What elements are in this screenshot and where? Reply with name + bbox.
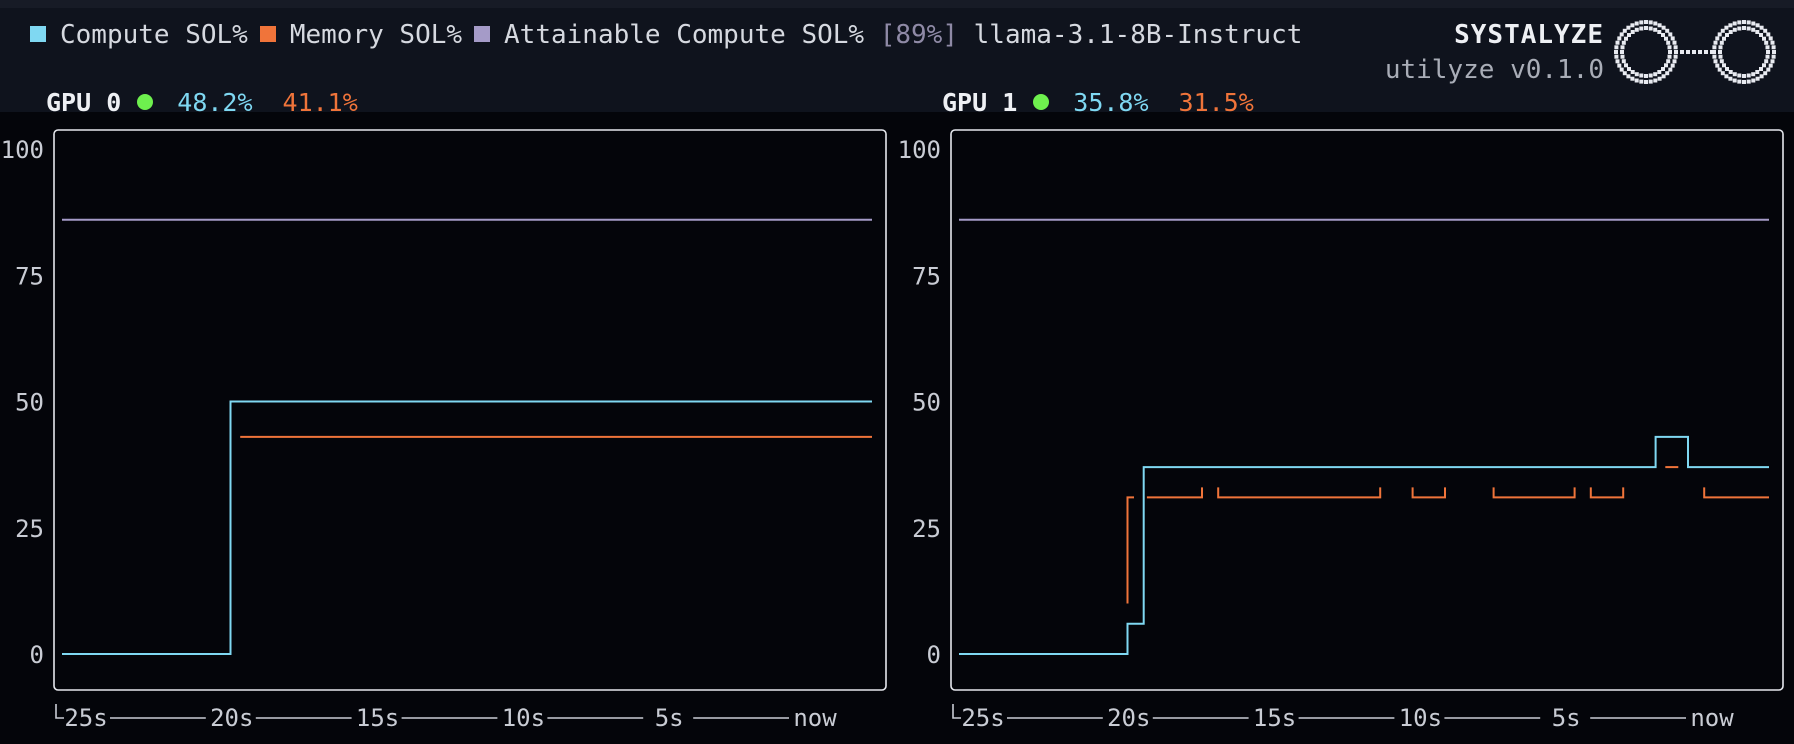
- gpu-0-x-tick-label: now: [793, 704, 837, 732]
- gpu-1-y-tick-label: 100: [898, 136, 941, 164]
- gpu-1-x-tick-label: 10s: [1399, 704, 1442, 732]
- gpu-1-x-tick-label: 5s: [1552, 704, 1581, 732]
- gpu-1-x-tick-label: 25s: [961, 704, 1004, 732]
- compute-legend-swatch: [30, 25, 46, 42]
- gpu-1-y-tick-label: 25: [912, 515, 941, 543]
- memory-legend-swatch: [259, 25, 276, 42]
- gpu-1-memory-line: [1126, 496, 1134, 604]
- app-version: utilyze v0.1.0: [1384, 55, 1604, 85]
- brand-name: SYSTALYZE: [1454, 20, 1604, 50]
- header: Compute SOL% Memory SOL% Attainable Comput…: [0, 8, 1794, 117]
- gpu-1-chart-frame: [950, 129, 1784, 691]
- gpu-1-status-dot: [1033, 94, 1050, 110]
- legend-memory: Memory SOL%: [289, 20, 463, 50]
- gpu-0-chart-frame: [53, 129, 887, 691]
- gpu-1-x-tick-label: 15s: [1253, 704, 1296, 732]
- gpu-1-y-tick-label: 50: [912, 389, 941, 417]
- gpu-0-x-tick-label: 20s: [210, 704, 253, 732]
- gpu-1-memory-line: [1146, 487, 1203, 499]
- gpu-1-y-tick-label: 75: [912, 262, 941, 290]
- gpu-0-x-tick-label: 25s: [64, 704, 107, 732]
- gpu-0-status-dot: [137, 94, 154, 110]
- charts-area: 0 25 50 75 100 25s 20s 15s 10s 5s now 0 25 50 75 100 25…: [0, 112, 1794, 744]
- gpu-1-x-axis-corner: [952, 704, 961, 719]
- gpu-1-memory-line: [1492, 487, 1576, 499]
- gpu-1-x-tick-label: now: [1690, 704, 1734, 732]
- gpu-0-x-tick-label: 5s: [655, 704, 684, 732]
- gpu-1-memory-line: [1411, 487, 1446, 499]
- gpu-1-y-tick-label: 0: [927, 641, 941, 669]
- gpu-1-memory-line: [1703, 487, 1769, 499]
- attainable-value: [89%]: [879, 20, 958, 50]
- systalyze-logo-icon: [1614, 20, 1776, 84]
- gpu-0-y-tick-label: 50: [15, 389, 44, 417]
- legend-attainable: Attainable Compute SOL%: [504, 20, 865, 50]
- gpu-0-x-tick-label: 10s: [502, 704, 545, 732]
- window-top-strip: [0, 0, 1794, 8]
- attainable-legend-swatch: [474, 25, 491, 42]
- model-name: llama-3.1-8B-Instruct: [973, 20, 1303, 50]
- gpu-1-compute-line: [959, 435, 1769, 655]
- gpu-0-y-tick-label: 25: [15, 515, 44, 543]
- gpu-0-x-tick-label: 15s: [356, 704, 399, 732]
- gpu-0-y-tick-label: 0: [30, 641, 44, 669]
- gpu-1-chart: 0 25 50 75 100 25s 20s 15s 10s 5s now: [898, 129, 1784, 732]
- gpu-1-x-tick-label: 20s: [1107, 704, 1150, 732]
- gpu-1-memory-line: [1217, 487, 1382, 499]
- gpu-0-y-tick-label: 100: [1, 136, 44, 164]
- gpu-0-chart: 0 25 50 75 100 25s 20s 15s 10s 5s now: [1, 129, 887, 732]
- gpu-0-y-tick-label: 75: [15, 262, 44, 290]
- legend-compute: Compute SOL%: [60, 20, 248, 50]
- gpu-0-x-axis-corner: [55, 704, 64, 719]
- legend: Compute SOL% Memory SOL% Attainable Comput…: [30, 20, 1302, 50]
- gpu-0-compute-line: [62, 400, 872, 655]
- gpu-1-memory-line: [1589, 487, 1625, 499]
